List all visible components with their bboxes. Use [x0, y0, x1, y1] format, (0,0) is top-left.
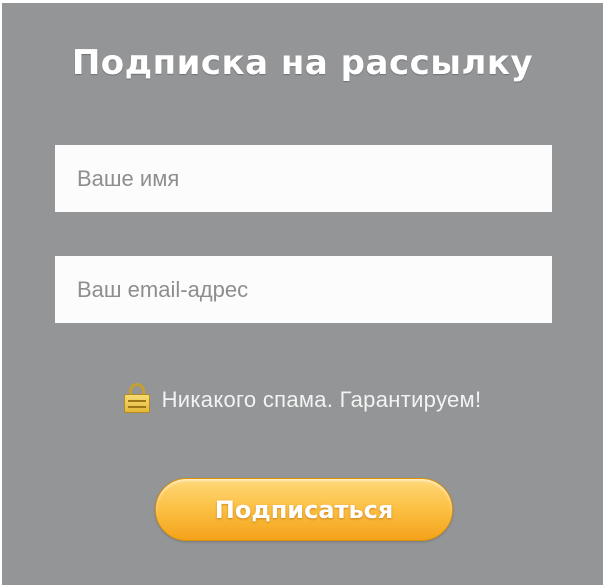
no-spam-note: Никакого спама. Гарантируем!: [2, 382, 603, 418]
form-title: Подписка на рассылку: [71, 43, 534, 83]
subscription-form: Подписка на рассылку Никакого спама. Гар…: [2, 3, 603, 585]
subscribe-button[interactable]: Подписаться: [155, 478, 453, 541]
lock-icon: [123, 383, 150, 413]
name-input[interactable]: [55, 145, 552, 212]
email-input[interactable]: [55, 256, 552, 323]
no-spam-text: Никакого спама. Гарантируем!: [161, 387, 482, 412]
